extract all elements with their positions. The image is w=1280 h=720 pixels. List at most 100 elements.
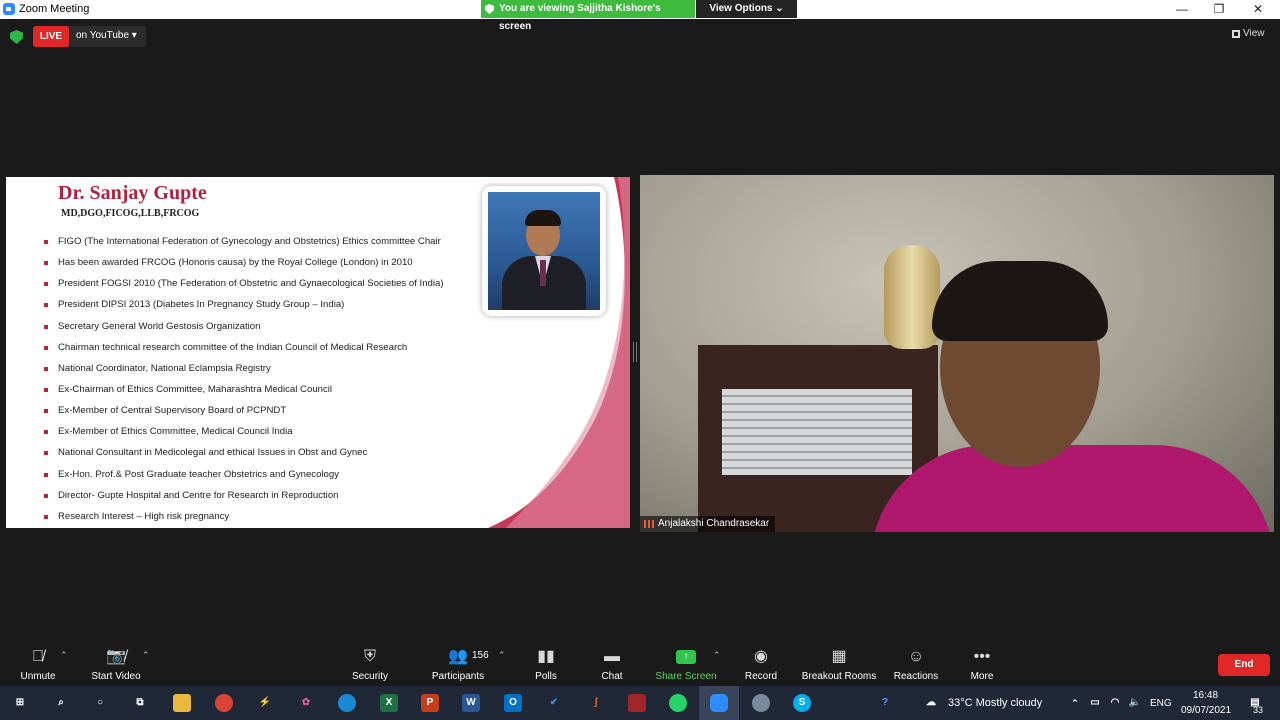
unmute-button[interactable]: 🎙̸ Unmute <box>14 640 62 686</box>
slide-bullet: Ex-Chairman of Ethics Committee, Maharas… <box>44 382 504 403</box>
weather-cloud-icon[interactable]: ☁ <box>922 694 940 712</box>
chrome-icon[interactable] <box>215 694 233 712</box>
live-stream-indicator[interactable]: LIVE on YouTube ▾ <box>33 26 146 47</box>
cortana-icon[interactable]: ○ <box>91 694 109 712</box>
viewing-screen-text: You are viewing Sajjitha Kishore's scree… <box>499 3 661 32</box>
speaker-photo-frame <box>482 186 606 316</box>
help-question-icon[interactable]: ? <box>876 694 894 712</box>
slide-bullet: Chairman technical research committee of… <box>44 340 504 361</box>
encryption-shield-icon[interactable] <box>10 30 23 44</box>
close-window-button[interactable]: ✕ <box>1238 1 1278 17</box>
outlook-icon[interactable]: O <box>504 694 522 712</box>
excel-icon[interactable]: X <box>380 694 398 712</box>
input-language[interactable]: ENG <box>1150 698 1172 709</box>
shared-screen-slide: Dr. Sanjay Gupte MD,DGO,FICOG,LLB,FRCOG … <box>6 177 630 528</box>
end-meeting-button[interactable]: End <box>1218 654 1270 676</box>
slide-bullet: Ex-Member of Central Supervisory Board o… <box>44 403 504 424</box>
smiley-plus-icon: ☺ <box>907 648 925 665</box>
ellipsis-icon: ••• <box>973 648 991 665</box>
view-label: View <box>1243 28 1265 39</box>
skype-icon[interactable]: S <box>793 694 811 712</box>
participant-name-tag: Anjalakshi Chandrasekar <box>640 516 776 532</box>
slide-bullet: President DIPSI 2013 (Diabetes In Pregna… <box>44 297 504 318</box>
slide-bullet: National Coordinator, National Eclampsia… <box>44 361 504 382</box>
breakout-rooms-button[interactable]: ▦ Breakout Rooms <box>798 640 880 686</box>
maximize-button[interactable]: ❐ <box>1199 1 1239 17</box>
view-layout-button[interactable]: View <box>1229 26 1271 42</box>
paint-app-icon[interactable]: ✿ <box>297 694 315 712</box>
slide-bullet: Research Interest – High risk pregnancy <box>44 509 504 528</box>
zoom-taskbar-icon[interactable] <box>710 694 728 712</box>
todo-check-icon[interactable]: ✔ <box>545 694 563 712</box>
grid-icon <box>1232 30 1240 38</box>
slide-bullet: President FOGSI 2010 (The Federation of … <box>44 276 504 297</box>
powerpoint-icon[interactable]: P <box>421 694 439 712</box>
weather-text[interactable]: 33°C Mostly cloudy <box>948 697 1042 709</box>
more-button[interactable]: ••• More <box>964 640 1000 686</box>
slide-speaker-qualifications: MD,DGO,FICOG,LLB,FRCOG <box>61 208 200 219</box>
slide-bullet: Ex-Member of Ethics Committee, Medical C… <box>44 424 504 445</box>
viewing-screen-banner: You are viewing Sajjitha Kishore's scree… <box>481 0 695 32</box>
app-globe-icon[interactable] <box>752 694 770 712</box>
view-options-button[interactable]: View Options ⌄ <box>696 0 797 18</box>
muted-microphone-icon: 🎙̸ <box>32 648 44 665</box>
record-button[interactable]: ◉ Record <box>740 640 782 686</box>
file-explorer-icon[interactable] <box>173 694 191 712</box>
share-options-caret[interactable]: ⌃ <box>713 650 721 661</box>
live-badge: LIVE <box>33 26 69 47</box>
app-red-icon[interactable] <box>628 694 646 712</box>
split-view-divider-handle[interactable] <box>633 342 637 362</box>
breakout-rooms-grid-icon: ▦ <box>831 648 847 665</box>
participants-button[interactable]: 👥 Participants <box>426 640 490 686</box>
audio-options-caret[interactable]: ⌃ <box>60 650 68 661</box>
speaker-photo <box>488 192 600 310</box>
zoom-app-icon <box>3 3 15 15</box>
slide-bullet: FIGO (The International Federation of Gy… <box>44 234 504 255</box>
chat-button[interactable]: ▬ Chat <box>592 640 632 686</box>
participant-name: Anjalakshi Chandrasekar <box>658 518 770 529</box>
notification-count: 33 <box>1253 705 1264 715</box>
windows-start-icon[interactable]: ⊞ <box>11 694 29 712</box>
slide-bullet: Director- Gupte Hospital and Centre for … <box>44 488 504 509</box>
video-options-caret[interactable]: ⌃ <box>142 650 150 661</box>
clock-date[interactable]: 09/07/2021 <box>1181 705 1231 716</box>
polls-bar-chart-icon: ▮▮ <box>537 648 555 665</box>
participants-icon: 👥 <box>448 648 468 665</box>
window-title: Zoom Meeting <box>19 3 90 15</box>
shield-icon <box>485 4 494 14</box>
task-view-icon[interactable]: ⧉ <box>131 694 149 712</box>
slide-bullet-list: FIGO (The International Federation of Gy… <box>44 234 504 528</box>
word-icon[interactable]: W <box>462 694 480 712</box>
edge-icon[interactable] <box>338 694 356 712</box>
record-icon: ◉ <box>754 648 768 665</box>
chat-bubble-icon: ▬ <box>604 648 620 665</box>
connection-signal-icon <box>644 520 654 528</box>
search-icon[interactable]: ⌕ <box>52 694 70 712</box>
window-titlebar: Zoom Meeting You are viewing Sajjitha Ki… <box>0 0 1280 32</box>
share-screen-button[interactable]: ↑ Share Screen <box>652 640 720 686</box>
reactions-button[interactable]: ☺ Reactions <box>892 640 940 686</box>
polls-button[interactable]: ▮▮ Polls <box>526 640 566 686</box>
minimize-button[interactable]: — <box>1162 1 1202 17</box>
slide-bullet: Ex-Hon. Prof.& Post Graduate teacher Obs… <box>44 467 504 488</box>
start-video-button[interactable]: 📷̸ Start Video <box>84 640 148 686</box>
battery-icon[interactable]: ▭ <box>1086 694 1104 712</box>
app-bolt-icon[interactable]: ⚡ <box>256 694 274 712</box>
whatsapp-icon[interactable] <box>669 694 687 712</box>
slide-bullet: Secretary General World Gestosis Organiz… <box>44 319 504 340</box>
live-platform-label: on YouTube ▾ <box>76 30 137 41</box>
clock-time[interactable]: 16:48 <box>1193 690 1218 701</box>
security-button[interactable]: ⛨ Security <box>346 640 394 686</box>
show-hidden-icons-caret[interactable]: ⌃ <box>1066 694 1084 712</box>
wifi-icon[interactable]: ◠ <box>1106 694 1124 712</box>
windows-taskbar: ⊞ ⌕ ○ ⧉ ⚡ ✿ X P W O ✔ ʃ S ? ☁ 33°C Mostl… <box>0 686 1280 720</box>
slide-speaker-name: Dr. Sanjay Gupte <box>58 182 207 204</box>
participants-options-caret[interactable]: ⌃ <box>498 650 506 661</box>
volume-icon[interactable]: 🔈 <box>1126 694 1144 712</box>
security-shield-icon: ⛨ <box>363 648 377 665</box>
app-swirl-icon[interactable]: ʃ <box>587 694 605 712</box>
meeting-toolbar: 🎙̸ Unmute ⌃ 📷̸ Start Video ⌃ ⛨ Security … <box>0 640 1280 686</box>
participants-count: 156 <box>472 650 489 661</box>
participant-video-tile[interactable]: Anjalakshi Chandrasekar <box>640 175 1274 532</box>
share-screen-arrow-icon: ↑ <box>676 650 696 664</box>
